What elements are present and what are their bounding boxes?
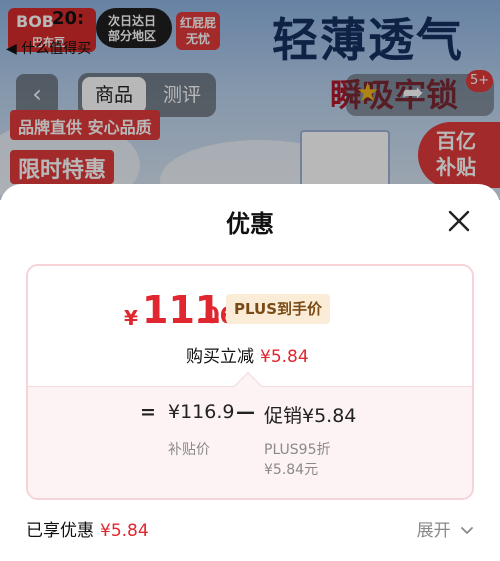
enjoyed-discount-label: 已享优惠	[26, 521, 94, 541]
close-icon	[448, 210, 470, 232]
expand-label: 展开	[416, 521, 451, 541]
currency-symbol: ¥	[124, 306, 138, 330]
chevron-down-icon	[461, 527, 473, 534]
price-breakdown-card: ¥ 111 .06 PLUS到手价 购买立减 ¥5.84 = ¥116.9 — 促…	[26, 264, 474, 500]
base-price: ¥116.9	[168, 401, 235, 423]
base-price-label: 补贴价	[168, 442, 210, 458]
direct-discount-label: 购买立减	[186, 347, 254, 367]
enjoyed-discount-amount: ¥5.84	[100, 521, 149, 541]
plus-discount-label: PLUS95折	[264, 442, 331, 458]
final-price-section: ¥ 111 .06 PLUS到手价 购买立减 ¥5.84	[28, 266, 472, 386]
plus-price-tag: PLUS到手价	[226, 294, 331, 324]
expand-button[interactable]: 展开	[417, 516, 474, 541]
enjoyed-discount-row: 已享优惠 ¥5.84 展开	[26, 516, 474, 542]
promo-amount: 促销¥5.84	[264, 405, 357, 427]
minus-sign: —	[236, 401, 255, 423]
direct-discount-amount: ¥5.84	[260, 347, 309, 367]
enjoyed-discount: 已享优惠 ¥5.84	[26, 516, 149, 541]
price-calculation-section: = ¥116.9 — 促销¥5.84 补贴价 PLUS95折 ¥5.84元	[28, 386, 472, 498]
discount-sheet: 优惠 ¥ 111 .06 PLUS到手价 购买立减 ¥5.84 = ¥116.9 …	[0, 184, 500, 561]
close-button[interactable]	[444, 206, 474, 236]
direct-discount: 购买立减 ¥5.84	[186, 342, 309, 367]
plus-discount-amount: ¥5.84元	[264, 462, 319, 478]
modal-overlay[interactable]	[0, 0, 500, 200]
sheet-title: 优惠	[226, 210, 274, 238]
equals-sign: =	[140, 401, 156, 423]
